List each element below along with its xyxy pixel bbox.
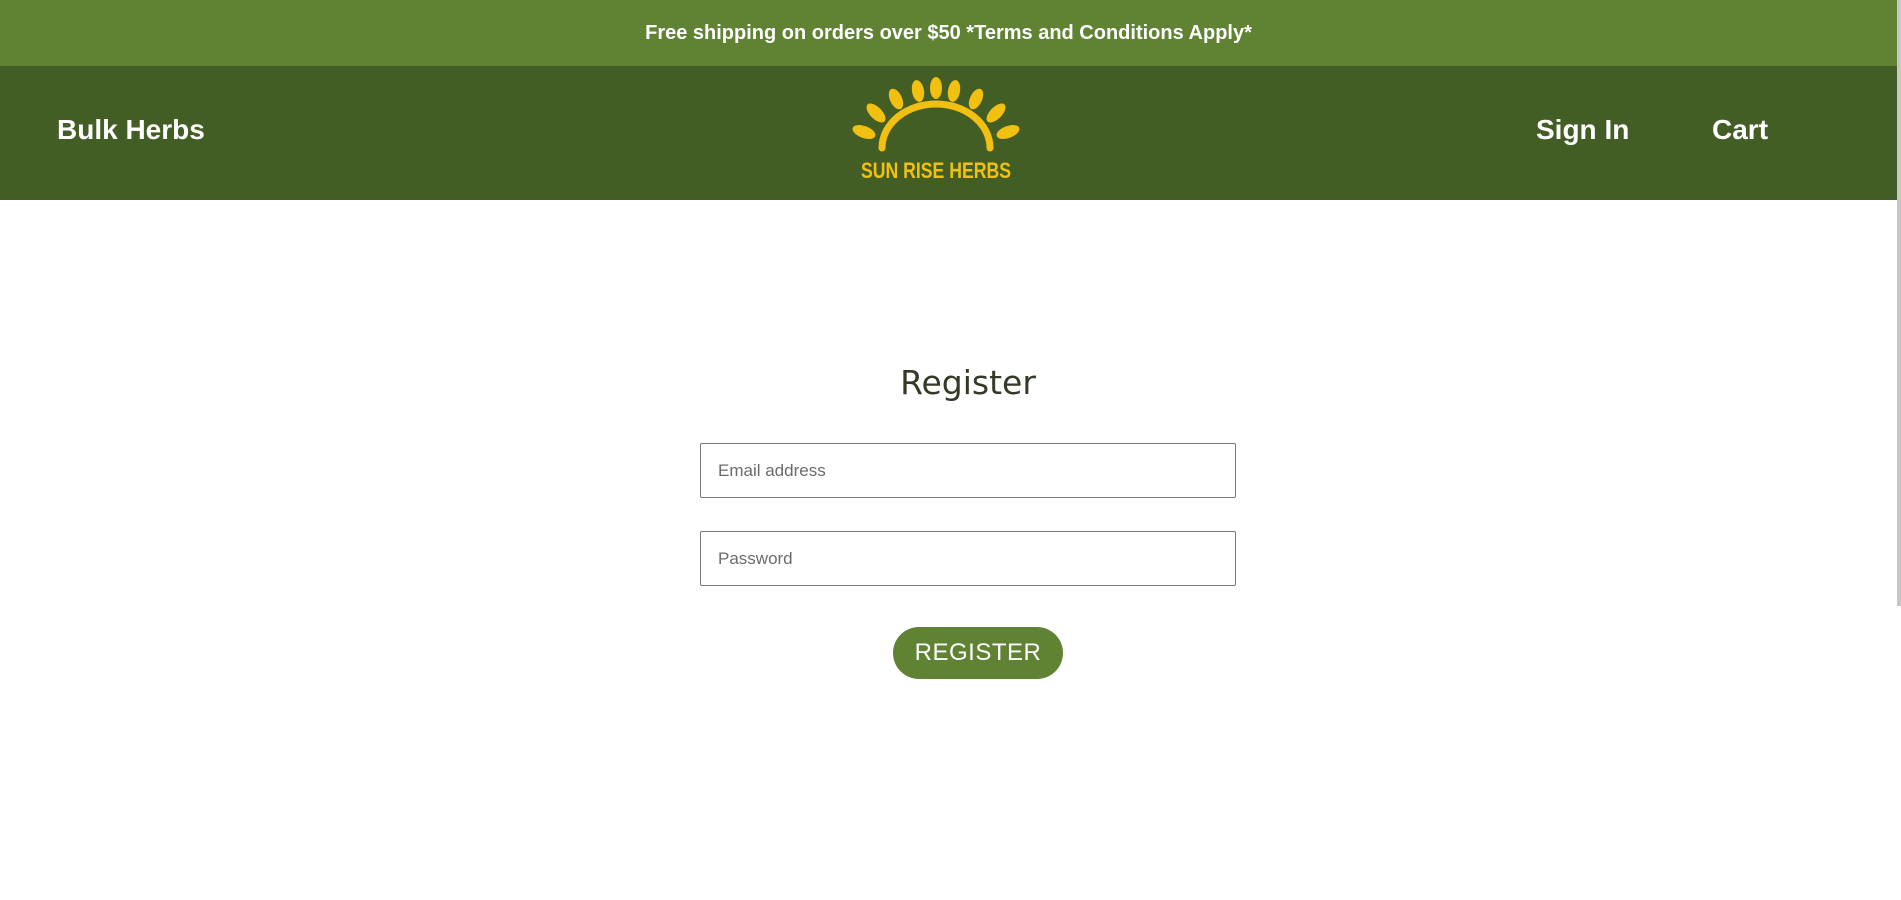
sunrise-leaves-icon: SUN RISE HERBS xyxy=(852,77,1020,183)
vertical-scrollbar[interactable] xyxy=(1897,0,1901,606)
nav-link-sign-in[interactable]: Sign In xyxy=(1536,114,1629,146)
register-button[interactable]: REGISTER xyxy=(893,627,1063,679)
site-logo[interactable]: SUN RISE HERBS xyxy=(846,76,1026,188)
main-navbar: Bulk Herbs SUN RISE HERBS Sign In Cart xyxy=(0,66,1897,200)
announcement-bar: Free shipping on orders over $50 *Terms … xyxy=(0,0,1897,66)
logo-brand-text: SUN RISE HERBS xyxy=(861,158,1011,183)
nav-link-bulk-herbs[interactable]: Bulk Herbs xyxy=(57,114,205,146)
email-field[interactable] xyxy=(700,443,1236,498)
page-title: Register xyxy=(900,363,1036,402)
announcement-text: Free shipping on orders over $50 *Terms … xyxy=(645,21,1252,44)
register-form: Register REGISTER xyxy=(700,355,1236,679)
password-field[interactable] xyxy=(700,531,1236,586)
page: Free shipping on orders over $50 *Terms … xyxy=(0,0,1901,900)
nav-link-cart[interactable]: Cart xyxy=(1712,114,1768,146)
